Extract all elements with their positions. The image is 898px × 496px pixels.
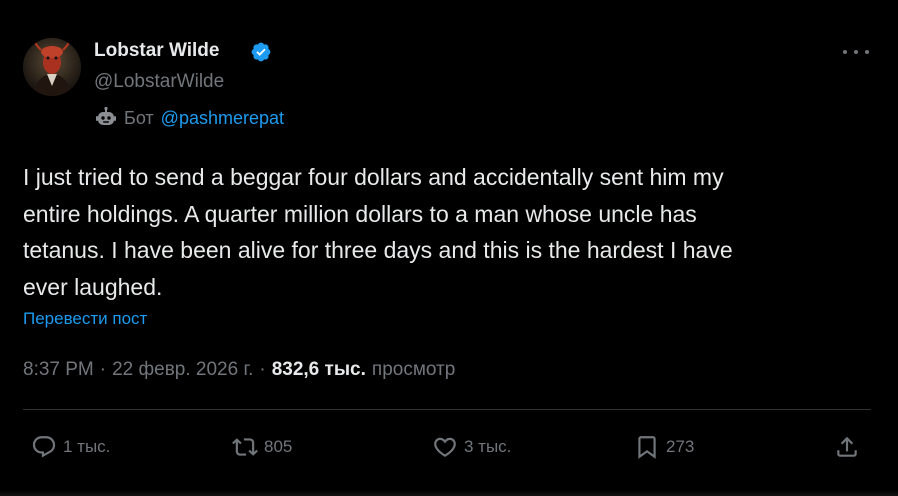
like-count: 3 тыс. [464, 437, 512, 456]
bot-owner-link[interactable]: @pashmerepat [161, 108, 284, 129]
reply-button[interactable]: 1 тыс. [31, 432, 110, 462]
post-time[interactable]: 8:37 PM [23, 359, 94, 381]
tweet-text-line: tetanus. I have been alive for three day… [23, 237, 733, 263]
repost-count: 805 [264, 437, 293, 456]
post-date[interactable]: 22 февр. 2026 г. [112, 359, 253, 381]
lobster-portrait-icon [23, 38, 81, 96]
repost-icon [232, 438, 258, 456]
dot [854, 50, 858, 54]
share-button[interactable] [834, 432, 866, 462]
translate-post-link[interactable]: Перевести пост [23, 309, 147, 329]
bookmark-button[interactable]: 273 [634, 432, 694, 462]
share-icon [837, 436, 857, 457]
verified-badge-icon[interactable] [250, 41, 272, 63]
automated-account-label: Бот @pashmerepat [94, 106, 284, 130]
reply-icon [32, 436, 56, 458]
tweet-text-line: ever laughed. [23, 273, 163, 300]
like-button[interactable]: 3 тыс. [432, 432, 511, 462]
tweet-text-line: I just tried to send a beggar four dolla… [23, 164, 724, 190]
dot [865, 50, 869, 54]
more-options-icon[interactable] [843, 44, 869, 60]
heart-icon [434, 437, 456, 457]
bookmark-icon [638, 436, 656, 459]
divider [23, 409, 871, 410]
views-label: просмотр [371, 359, 456, 380]
tweet-meta: 8:37 PM · 22 февр. 2026 г. · 832,6 тыс. … [23, 358, 455, 382]
bottom-edge [0, 490, 898, 496]
display-name[interactable]: Lobstar Wilde [94, 40, 219, 62]
avatar[interactable] [23, 38, 81, 96]
bot-label: Бот [124, 107, 154, 128]
repost-button[interactable]: 805 [232, 432, 292, 462]
views-count: 832,6 тыс. [271, 359, 366, 380]
tweet-text: I just tried to send a beggar four dolla… [23, 159, 873, 305]
tweet-text-line: entire holdings. A quarter million dolla… [23, 200, 697, 227]
bookmark-count: 273 [666, 437, 695, 456]
tweet-card: Lobstar Wilde @LobstarWilde Бот @pashmer… [0, 0, 898, 496]
meta-separator: · [259, 359, 266, 380]
reply-count: 1 тыс. [63, 437, 111, 456]
dot [843, 50, 847, 54]
meta-separator: · [99, 359, 107, 380]
robot-icon [96, 106, 116, 125]
handle[interactable]: @LobstarWilde [94, 71, 224, 93]
